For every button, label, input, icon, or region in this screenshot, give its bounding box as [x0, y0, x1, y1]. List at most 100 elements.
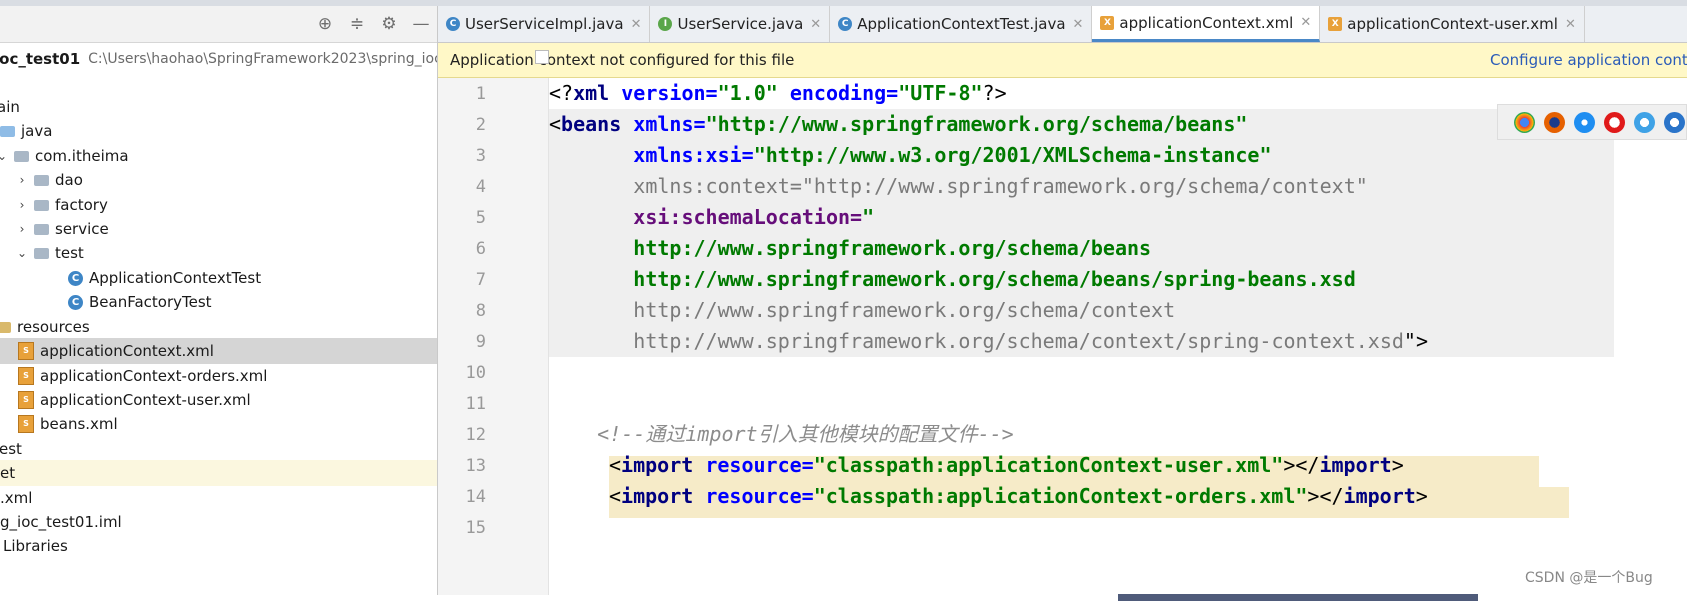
- tab-label: UserServiceImpl.java: [465, 15, 624, 33]
- code-line-4: xmlns:context="http://www.springframewor…: [549, 174, 1368, 198]
- firefox-icon[interactable]: [1544, 111, 1565, 133]
- tab-label: applicationContext.xml: [1119, 13, 1294, 32]
- close-icon[interactable]: ✕: [1073, 17, 1084, 32]
- close-icon[interactable]: ✕: [810, 17, 821, 32]
- ie-icon[interactable]: [1634, 111, 1655, 133]
- code-line-12: <!--通过import引入其他模块的配置文件-->: [549, 422, 1014, 446]
- locate-icon[interactable]: ⊕: [315, 14, 335, 34]
- tree-item-main[interactable]: ain: [0, 94, 434, 120]
- code-line-3: xmlns:xsi="http://www.w3.org/2001/XMLSch…: [633, 143, 1272, 167]
- tab-application-context-user-xml[interactable]: X applicationContext-user.xml ✕: [1320, 6, 1585, 42]
- tab-application-context-test[interactable]: C ApplicationContextTest.java ✕: [830, 6, 1093, 42]
- minimize-icon[interactable]: —: [411, 14, 431, 34]
- resources-folder-icon: [0, 321, 11, 333]
- chrome-icon[interactable]: [1514, 111, 1535, 133]
- tab-user-service-impl[interactable]: C UserServiceImpl.java ✕: [438, 6, 651, 42]
- tree-item-resources[interactable]: resources: [0, 314, 433, 340]
- class-icon: C: [68, 294, 83, 310]
- code-line-5: xsi:schemaLocation=": [633, 205, 875, 229]
- tree-item-target[interactable]: et: [0, 460, 437, 486]
- chevron-right-icon[interactable]: ›: [14, 222, 30, 236]
- tree-item-bean-factory-test[interactable]: C BeanFactoryTest: [68, 289, 437, 315]
- tree-label: com.itheima: [35, 147, 129, 165]
- tree-item-dao[interactable]: › dao: [14, 167, 437, 193]
- package-icon: [34, 174, 49, 186]
- tree-item-test-package[interactable]: ⌄ test: [14, 240, 437, 266]
- fold-marker-icon[interactable]: [535, 50, 549, 64]
- close-icon[interactable]: ✕: [1565, 17, 1576, 32]
- tree-item-beans-xml[interactable]: S beans.xml: [0, 411, 437, 437]
- package-icon: [34, 247, 49, 259]
- tree-label: .xml: [0, 489, 33, 507]
- tree-label: java: [21, 122, 53, 140]
- code-line-14: <import resource="classpath:applicationC…: [609, 484, 1428, 508]
- tree-item-application-context-xml[interactable]: S applicationContext.xml: [0, 338, 437, 364]
- tree-label: ain: [0, 98, 20, 116]
- watermark: CSDN @是一个Bug: [1525, 570, 1653, 586]
- tree-item-com-itheima[interactable]: ⌄ com.itheima: [0, 143, 431, 169]
- code-line-6: http://www.springframework.org/schema/be…: [633, 236, 1152, 260]
- tree-label: resources: [17, 318, 90, 336]
- tab-label: ApplicationContextTest.java: [857, 15, 1066, 33]
- root-path: C:\Users\haohao\SpringFramework2023\spri…: [88, 51, 438, 67]
- line-number: 9: [475, 332, 486, 352]
- line-gutter: 1 2 3 4 5 6 7 8 9 10 11 12 13 14 15: [438, 78, 549, 595]
- tree-item-pom-xml[interactable]: .xml: [0, 485, 437, 511]
- xml-file-icon: X: [1328, 17, 1343, 31]
- class-icon: C: [68, 270, 83, 286]
- tree-item-iml[interactable]: g_ioc_test01.iml: [0, 509, 437, 535]
- tree-label: g_ioc_test01.iml: [0, 513, 122, 531]
- gear-icon[interactable]: ⚙: [379, 14, 399, 34]
- tree-label: applicationContext.xml: [40, 342, 214, 360]
- tree-item-external-libraries[interactable]: Libraries: [3, 533, 437, 559]
- tree-item-service[interactable]: › service: [14, 216, 437, 242]
- close-icon[interactable]: ✕: [631, 17, 642, 32]
- tree-item-factory[interactable]: › factory: [14, 192, 437, 218]
- xml-file-icon: S: [18, 415, 34, 433]
- tree-label: beans.xml: [40, 415, 118, 433]
- browser-preview-bar: [1497, 104, 1687, 140]
- tree-root[interactable]: ioc_test01 C:\Users\haohao\SpringFramewo…: [0, 46, 437, 72]
- safari-icon[interactable]: [1574, 111, 1595, 133]
- collapse-all-icon[interactable]: ≑: [347, 14, 367, 34]
- code-view[interactable]: <?xml version="1.0" encoding="UTF-8"?> <…: [549, 78, 1687, 595]
- chevron-down-icon[interactable]: ⌄: [14, 246, 30, 260]
- line-number: 12: [465, 425, 486, 445]
- tree-label: dao: [55, 171, 83, 189]
- line-number: 11: [465, 394, 486, 414]
- tree-item-application-context-user-xml[interactable]: S applicationContext-user.xml: [0, 387, 437, 413]
- chevron-down-icon[interactable]: ⌄: [0, 149, 10, 163]
- tree-item-java[interactable]: java: [0, 118, 437, 144]
- code-line-7: http://www.springframework.org/schema/be…: [633, 267, 1356, 291]
- chevron-right-icon[interactable]: ›: [14, 198, 30, 212]
- configure-context-link[interactable]: Configure application conte: [1490, 51, 1687, 69]
- tab-label: applicationContext-user.xml: [1347, 15, 1558, 33]
- tab-application-context-xml[interactable]: X applicationContext.xml ✕: [1092, 6, 1321, 42]
- line-number: 13: [465, 456, 486, 476]
- tree-label: BeanFactoryTest: [89, 293, 212, 311]
- xml-file-icon: X: [1100, 15, 1115, 30]
- tab-user-service[interactable]: I UserService.java ✕: [650, 6, 831, 42]
- chevron-right-icon[interactable]: ›: [14, 173, 30, 187]
- bottom-popup: [1118, 594, 1478, 601]
- line-number: 8: [475, 301, 486, 321]
- edge-icon[interactable]: [1664, 111, 1685, 133]
- opera-icon[interactable]: [1604, 111, 1625, 133]
- context-warning-banner: Application context not configured for t…: [438, 43, 1687, 78]
- tree-label: test: [55, 244, 84, 262]
- tree-item-test-folder[interactable]: est: [0, 436, 436, 462]
- tree-item-application-context-test[interactable]: C ApplicationContextTest: [68, 265, 437, 291]
- line-number: 3: [475, 146, 486, 166]
- line-number: 5: [475, 208, 486, 228]
- project-panel-header: ⊕ ≑ ⚙ —: [0, 6, 437, 43]
- source-folder-icon: [0, 125, 15, 137]
- package-icon: [14, 150, 29, 162]
- close-icon[interactable]: ✕: [1300, 15, 1311, 30]
- code-line-9: http://www.springframework.org/schema/co…: [549, 329, 1429, 353]
- line-number: 4: [475, 177, 486, 197]
- tree-label: service: [55, 220, 109, 238]
- interface-icon: I: [658, 17, 673, 31]
- tree-item-application-context-orders-xml[interactable]: S applicationContext-orders.xml: [0, 363, 437, 389]
- tree-label: Libraries: [3, 537, 68, 555]
- tree-label: ApplicationContextTest: [89, 269, 262, 287]
